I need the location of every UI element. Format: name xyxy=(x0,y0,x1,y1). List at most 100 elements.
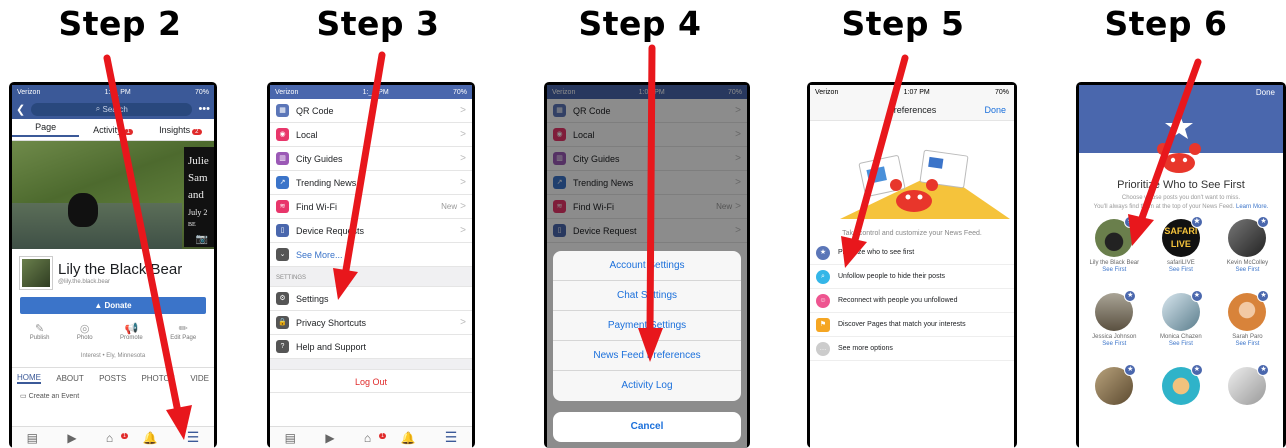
status-bar: Verizon 1:0_ PM 70% xyxy=(12,85,214,99)
person-card[interactable]: ★ xyxy=(1081,364,1148,441)
chevron-right-icon: > xyxy=(460,129,466,140)
chat-settings-option[interactable]: Chat Settings xyxy=(553,281,741,311)
step-4-panel: Step 4 Verizon 1:0_ PM 70% ▦ QR Code > ◉ Loca… xyxy=(520,0,760,448)
see-first-label: See First xyxy=(1102,341,1127,347)
camera-icon[interactable]: 📷 xyxy=(196,234,208,245)
tab-label: Page xyxy=(35,122,57,132)
video-icon[interactable]: ▶ xyxy=(325,431,334,445)
tab-videos[interactable]: VIDE xyxy=(190,374,209,383)
account-settings-option[interactable]: Account Settings xyxy=(553,251,741,281)
menu-item-qr-code[interactable]: ▦ QR Code > xyxy=(270,99,472,123)
bottom-tab-bar: ▤ ▶ ⌂ 1 🔔 ☰ xyxy=(270,426,472,448)
avatar: ★ xyxy=(1095,364,1137,405)
see-first-label: See First xyxy=(1235,341,1260,347)
activity-log-option[interactable]: Activity Log xyxy=(553,371,741,401)
phone-frame: Verizon 1:0_ PM 70% ❮ ⌕ Search ••• Page Ac… xyxy=(9,82,217,448)
tab-about[interactable]: ABOUT xyxy=(56,374,84,383)
menu-list: ▦ QR Code > ◉ Local > ▥ City Guides > ↗ Trendin… xyxy=(270,99,472,393)
publish-button[interactable]: ✎ Publish xyxy=(30,322,50,341)
menu-icon[interactable]: ☰ xyxy=(445,429,458,446)
person-card[interactable]: ★ Monica Chazen See First xyxy=(1148,290,1215,367)
back-icon[interactable]: ❮ xyxy=(16,103,25,116)
crab-illustration: Take control and customize your News Fee… xyxy=(810,121,1014,241)
search-input[interactable]: ⌕ Search xyxy=(31,102,193,116)
tab-insights[interactable]: Insights 2 xyxy=(147,125,214,135)
more-menu-screen: Verizon 1:_6 PM 70% ▦ QR Code > ◉ Local > ▥ Cit… xyxy=(270,85,472,448)
option-discover-pages[interactable]: ⚑ Discover Pages that match your interest… xyxy=(810,313,1014,337)
create-event-link[interactable]: ▭ Create an Event xyxy=(12,389,214,403)
menu-item-settings[interactable]: ⚙ Settings xyxy=(270,287,472,311)
person-card[interactable]: ★ Kevin McColley See First xyxy=(1214,216,1281,293)
new-badge: New xyxy=(441,202,458,211)
avatar[interactable] xyxy=(20,257,52,289)
search-icon: ⌕ xyxy=(95,104,103,113)
menu-label: Local xyxy=(296,129,318,140)
menu-item-privacy-shortcuts[interactable]: 🔒 Privacy Shortcuts > xyxy=(270,311,472,335)
page-title: Lily the Black Bear xyxy=(58,261,183,278)
option-prioritize[interactable]: ★ Prioritize who to see first xyxy=(810,241,1014,265)
menu-item-local[interactable]: ◉ Local > xyxy=(270,123,472,147)
tab-photos[interactable]: PHOTOS xyxy=(141,374,175,383)
tab-posts[interactable]: POSTS xyxy=(99,374,126,383)
page-tabs: Page Activity 1 Insights 2 xyxy=(12,119,214,141)
promote-button[interactable]: 📢 Promote xyxy=(120,322,143,341)
tab-home[interactable]: HOME xyxy=(17,373,41,384)
person-card[interactable]: ★ Sarah Paro See First xyxy=(1214,290,1281,367)
person-card[interactable]: ★ Jessica Johnson See First xyxy=(1081,290,1148,367)
log-out-button[interactable]: Log Out xyxy=(270,369,472,393)
step-title: Step 4 xyxy=(578,4,702,43)
menu-item-see-more[interactable]: ⌄ See More... xyxy=(270,243,472,267)
avatar: ★ xyxy=(1228,290,1270,331)
done-button[interactable]: Done xyxy=(984,105,1006,115)
tab-page[interactable]: Page xyxy=(12,122,80,137)
menu-item-device-requests[interactable]: ▯ Device Requests > xyxy=(270,219,472,243)
tab-activity[interactable]: Activity 1 xyxy=(79,125,146,135)
marketplace-icon[interactable]: ⌂ 1 xyxy=(364,431,386,445)
person-card[interactable]: ★ Lily the Black Bear See First xyxy=(1081,216,1148,293)
news-feed-icon[interactable]: ▤ xyxy=(27,431,38,445)
person-card[interactable]: SAFARI LIVE ★ safariLIVE See First xyxy=(1148,216,1215,293)
battery: 70% xyxy=(994,88,1009,96)
more-icon[interactable]: ••• xyxy=(198,103,210,115)
bell-icon[interactable]: 🔔 xyxy=(400,431,415,445)
menu-icon[interactable]: ☰ xyxy=(187,429,200,446)
person-card[interactable]: ★ xyxy=(1214,364,1281,441)
warning-icon: ▲ xyxy=(94,301,105,310)
people-grid: ★ Lily the Black Bear See First SAFARI LI… xyxy=(1079,215,1283,445)
preferences-screen: Verizon 1:07 PM 70% Preferences Done Tak… xyxy=(810,85,1014,448)
menu-item-help[interactable]: ? Help and Support xyxy=(270,335,472,359)
news-feed-icon[interactable]: ▤ xyxy=(285,431,296,445)
video-icon[interactable]: ▶ xyxy=(67,431,76,445)
description-line: You'll always find them at the top of yo… xyxy=(1093,204,1235,210)
menu-item-find-wifi[interactable]: ≋ Find Wi-Fi New > xyxy=(270,195,472,219)
cancel-button[interactable]: Cancel xyxy=(553,412,741,442)
menu-item-trending-news[interactable]: ↗ Trending News > xyxy=(270,171,472,195)
calendar-icon: ▭ xyxy=(20,393,29,400)
search-icon: ⌕ xyxy=(816,269,830,284)
menu-label: QR Code xyxy=(296,105,334,116)
step-title: Step 2 xyxy=(58,4,182,43)
bell-icon[interactable]: 🔔 xyxy=(142,431,157,445)
option-label: Unfollow people to hide their posts xyxy=(838,273,946,280)
search-placeholder: Search xyxy=(102,104,128,114)
option-unfollow[interactable]: ⌕ Unfollow people to hide their posts xyxy=(810,265,1014,289)
star-icon: ★ xyxy=(1124,364,1137,376)
menu-item-city-guides[interactable]: ▥ City Guides > xyxy=(270,147,472,171)
flag-icon: ⚑ xyxy=(816,317,830,332)
page-title: Preferences xyxy=(887,104,937,115)
edit-page-button[interactable]: ✏ Edit Page xyxy=(170,322,196,341)
donate-button[interactable]: ▲ Donate xyxy=(20,297,206,314)
cover-text: July 2 xyxy=(188,208,208,217)
option-reconnect[interactable]: ☺ Reconnect with people you unfollowed xyxy=(810,289,1014,313)
option-see-more[interactable]: … See more options xyxy=(810,337,1014,361)
learn-more-link[interactable]: Learn More. xyxy=(1236,204,1268,210)
cover-photo[interactable]: Julie Sam and July 2 BE 📷 xyxy=(12,141,214,249)
news-feed-preferences-option[interactable]: News Feed Preferences xyxy=(553,341,741,371)
page-handle: @lily.the.black.bear xyxy=(58,279,111,285)
tagline: Take control and customize your News Fee… xyxy=(842,230,982,237)
pencil-icon: ✏ xyxy=(178,323,188,335)
marketplace-icon[interactable]: ⌂ 1 xyxy=(106,431,128,445)
payment-settings-option[interactable]: Payment Settings xyxy=(553,311,741,341)
person-card[interactable]: ★ xyxy=(1148,364,1215,441)
photo-button[interactable]: ◎ Photo xyxy=(77,322,93,341)
